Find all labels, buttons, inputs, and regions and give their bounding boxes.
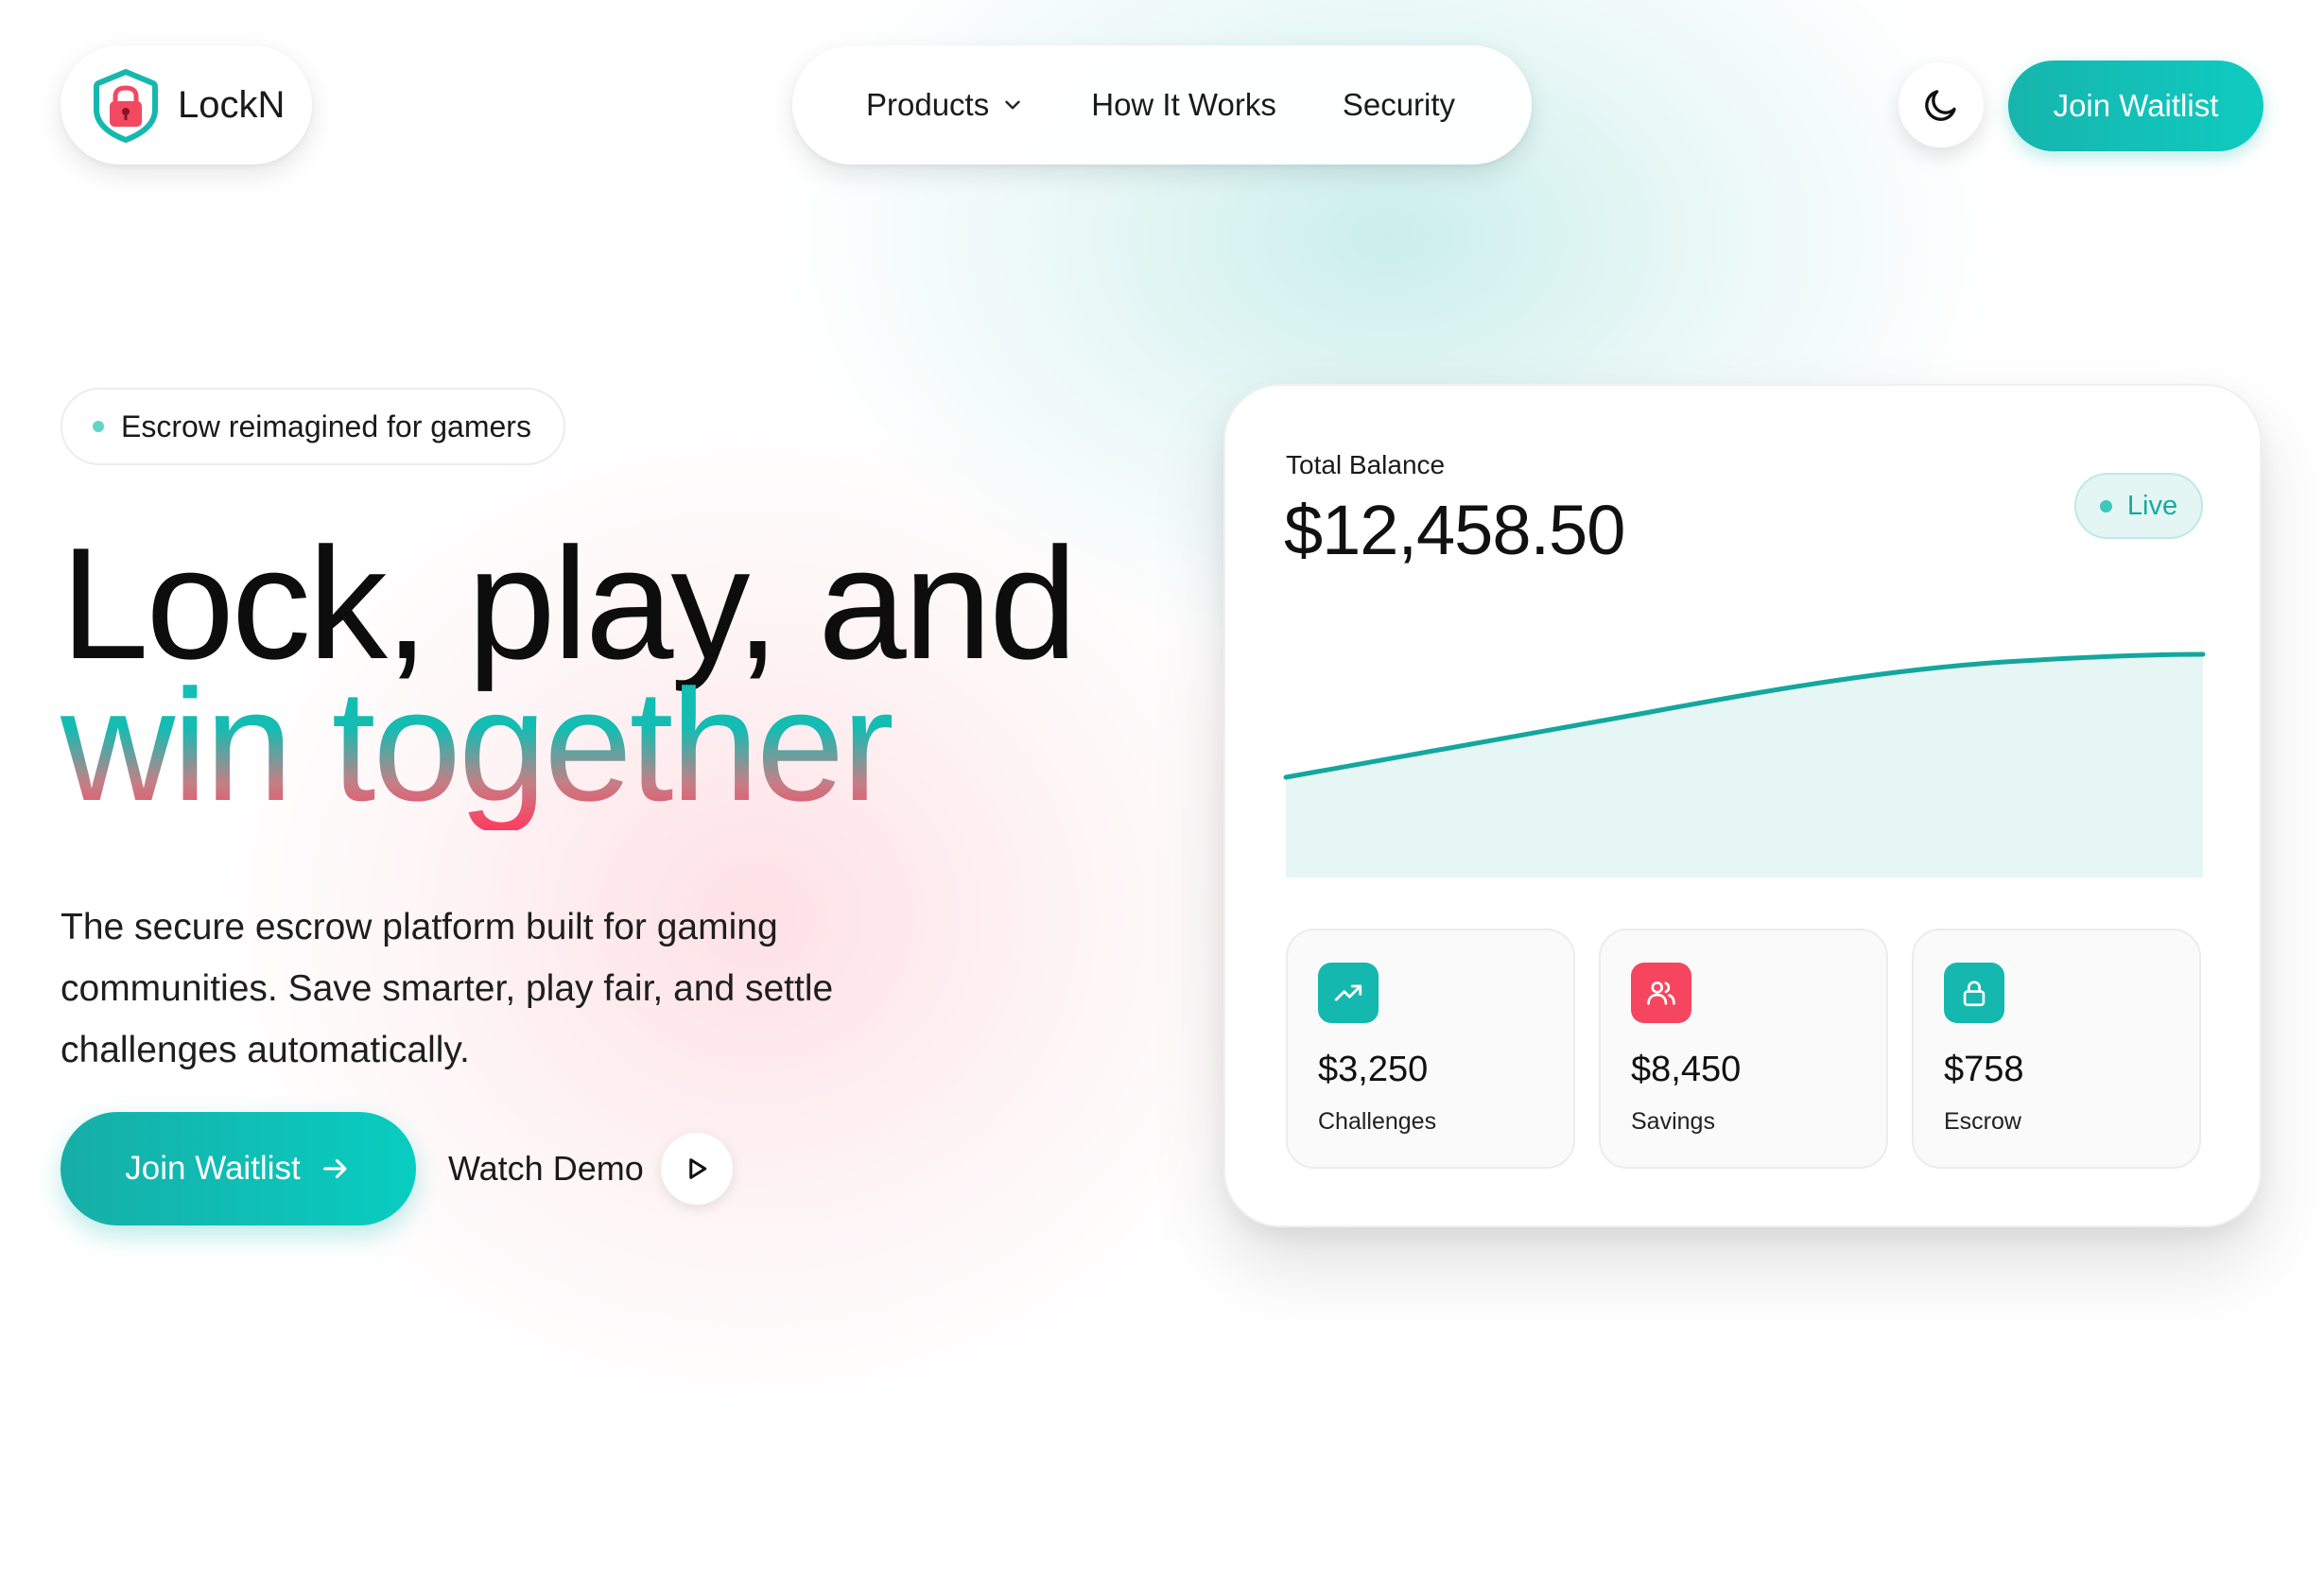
moon-icon — [1925, 90, 1956, 121]
button-label: Join Waitlist — [125, 1150, 301, 1187]
join-waitlist-header-button[interactable]: Join Waitlist — [2008, 61, 2263, 151]
status-dot — [2099, 499, 2112, 513]
stat-value: $3,250 — [1318, 1050, 1429, 1089]
balance-amount: $12,458.50 — [1284, 491, 1625, 569]
status-text: Live — [2126, 490, 2178, 521]
balance-label: Total Balance — [1286, 450, 1446, 479]
live-status-badge: Live — [2074, 473, 2203, 539]
nav-item-how-it-works[interactable]: How It Works — [1091, 87, 1276, 123]
arrow-right-icon — [322, 1158, 347, 1179]
button-label: Join Waitlist — [2053, 88, 2219, 123]
hero-tag-text: Escrow reimagined for gamers — [121, 408, 531, 443]
nav-item-label: Products — [866, 87, 990, 122]
hero-tag: Escrow reimagined for gamers — [61, 388, 565, 465]
nav-item-label: How It Works — [1091, 87, 1276, 122]
stat-card-challenges[interactable]: $3,250 Challenges — [1286, 929, 1575, 1169]
theme-toggle-button[interactable] — [1899, 62, 1984, 148]
users-icon — [1631, 963, 1691, 1023]
stat-card-savings[interactable]: $8,450 Savings — [1599, 929, 1888, 1169]
play-icon — [688, 1158, 706, 1179]
lock-icon — [1944, 963, 2004, 1023]
status-dot — [93, 421, 104, 432]
balance-card: Total Balance $12,458.50 Live $3,250 Cha… — [1223, 384, 2262, 1227]
nav-item-products[interactable]: Products — [866, 87, 1025, 123]
brand-name: LockN — [178, 83, 286, 126]
brand-logo[interactable]: LockN — [61, 45, 312, 165]
nav-item-label: Security — [1342, 87, 1456, 122]
stat-label: Escrow — [1944, 1108, 2021, 1135]
stat-value: $8,450 — [1631, 1050, 1742, 1089]
stat-value: $758 — [1944, 1050, 2024, 1089]
stat-card-escrow[interactable]: $758 Escrow — [1912, 929, 2201, 1169]
join-waitlist-hero-button[interactable]: Join Waitlist — [61, 1112, 416, 1225]
play-button[interactable] — [660, 1133, 733, 1205]
shield-lock-icon — [94, 69, 158, 143]
watch-demo-button[interactable]: Watch Demo — [448, 1133, 733, 1205]
main-nav: Products How It Works Security — [792, 45, 1532, 165]
balance-chart — [1283, 652, 2206, 877]
chart-area — [1286, 654, 2203, 877]
trending-up-icon — [1318, 963, 1379, 1023]
hero-headline-line2: win together — [61, 656, 894, 834]
hero-subcopy: The secure escrow platform built for gam… — [61, 907, 834, 1070]
nav-item-security[interactable]: Security — [1343, 87, 1455, 123]
stat-label: Savings — [1631, 1108, 1715, 1135]
chevron-down-icon — [1005, 100, 1020, 110]
button-label: Watch Demo — [448, 1149, 644, 1188]
stat-label: Challenges — [1318, 1108, 1437, 1135]
